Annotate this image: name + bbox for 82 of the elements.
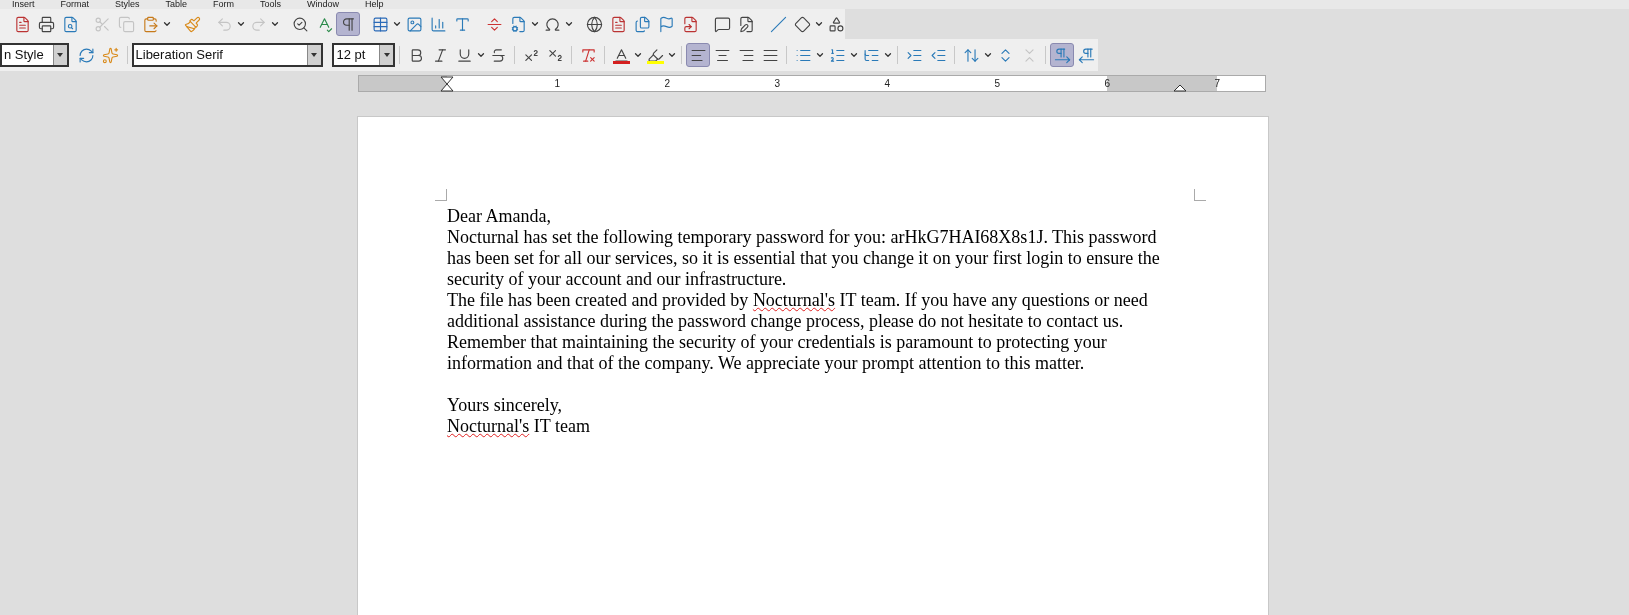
font-color-bar — [612, 60, 630, 64]
caret-icon[interactable] — [633, 50, 644, 60]
ruler-number: 3 — [774, 78, 780, 89]
paragraph: Nocturnal has set the following temporary password for you: arHkG7HAI68X8s1J. This password has been set for all our services, so it is essential that you change it on your first login to ensure the security of your account and our infrastructure. — [447, 227, 1161, 290]
caret-icon[interactable] — [815, 50, 826, 60]
highlight-color-bar — [646, 60, 664, 64]
highlighter-icon — [646, 46, 664, 64]
paragraph: Yours sincerely, — [447, 394, 563, 416]
caret-icon[interactable] — [162, 19, 172, 29]
caret-icon[interactable] — [564, 19, 574, 29]
hyperlink-icon — [585, 15, 603, 33]
export-pdf-icon — [13, 15, 31, 33]
ruler-number: 2 — [664, 78, 670, 89]
caret-icon[interactable] — [814, 19, 824, 29]
ruler[interactable]: 1 2 3 4 5 6 7 — [358, 75, 1266, 92]
shapes-icon — [827, 15, 845, 33]
caret-icon[interactable] — [667, 50, 678, 60]
caret-icon[interactable] — [849, 50, 860, 60]
caret-icon[interactable] — [530, 19, 540, 29]
caret-icon[interactable] — [883, 50, 894, 60]
omega-icon — [543, 15, 561, 33]
font-size-field[interactable]: 12 pt — [332, 43, 396, 67]
menu-item[interactable]: Styles — [115, 0, 140, 9]
underline-icon — [455, 46, 473, 64]
printer-icon — [37, 15, 55, 33]
menu-item[interactable]: Form — [213, 0, 235, 9]
text-box-icon — [453, 15, 471, 33]
ruler-number: 1 — [554, 78, 560, 89]
left-to-right-icon — [1053, 46, 1071, 64]
strikethrough-icon — [489, 46, 507, 64]
numbered-list-icon — [828, 46, 846, 64]
pilcrow-button[interactable] — [336, 12, 360, 36]
menu-item[interactable]: Insert — [12, 0, 35, 9]
font-name-field[interactable]: Liberation Serif — [131, 43, 323, 67]
align-left-button[interactable] — [686, 43, 711, 67]
right-indent-marker-icon[interactable] — [1173, 84, 1187, 92]
paragraph-style-field[interactable]: n Style — [0, 43, 69, 67]
menu-item[interactable]: Help — [365, 0, 384, 9]
track-changes-icon — [737, 15, 755, 33]
paragraph: Nocturnal's IT team — [447, 416, 591, 437]
footnote-icon — [609, 15, 627, 33]
scissors-icon — [93, 15, 111, 33]
line-icon — [769, 15, 787, 33]
find-replace-icon — [291, 15, 309, 33]
paragraph: The file has been created and provided by Nocturnal's IT team. If you have any questions or need additional assistance during the password change process, please do not hesitate to contact us. Remember that maintaining the security of your credentials is paramount to protecting your information and that of the company. We appreciate your prompt attention to this matter. — [447, 290, 1149, 374]
comment-icon — [713, 15, 731, 33]
flag-icon — [657, 15, 675, 33]
paintbrush-icon — [183, 15, 201, 33]
new-style-icon — [102, 46, 120, 64]
paste-icon — [141, 15, 159, 33]
image-icon — [405, 15, 423, 33]
menu-item[interactable]: Table — [165, 0, 188, 9]
paragraph: Dear Amanda, — [447, 206, 552, 227]
caret-icon[interactable] — [983, 50, 994, 60]
print-preview-icon — [61, 15, 79, 33]
left-to-right-button[interactable] — [1050, 43, 1075, 67]
menu-item[interactable]: Window — [307, 0, 340, 9]
menu-item[interactable]: Tools — [260, 0, 282, 9]
chart-icon — [429, 15, 447, 33]
update-style-icon — [78, 46, 96, 64]
caret-icon[interactable] — [392, 19, 402, 29]
page-break-icon — [485, 15, 503, 33]
endnote-icon — [633, 15, 651, 33]
indent-marker-icon[interactable] — [440, 76, 454, 92]
ruler-number: 5 — [994, 78, 1000, 89]
ruler-number: 6 — [1104, 78, 1110, 89]
diamond-icon — [793, 15, 811, 33]
line-spacing-icon — [962, 46, 980, 64]
field-icon — [509, 15, 527, 33]
caret-icon[interactable] — [236, 19, 246, 29]
undo-icon — [215, 15, 233, 33]
menu-item[interactable]: Format — [60, 0, 90, 9]
cross-reference-icon — [681, 15, 699, 33]
table-icon — [371, 15, 389, 33]
right-to-left-icon — [1077, 46, 1095, 64]
ruler-number: 7 — [1214, 78, 1220, 89]
redo-icon — [249, 15, 267, 33]
caret-icon[interactable] — [476, 50, 487, 60]
clear-formatting-icon — [579, 46, 597, 64]
caret-icon[interactable] — [270, 19, 280, 29]
ruler-number: 4 — [884, 78, 890, 89]
copy-icon — [117, 15, 135, 33]
